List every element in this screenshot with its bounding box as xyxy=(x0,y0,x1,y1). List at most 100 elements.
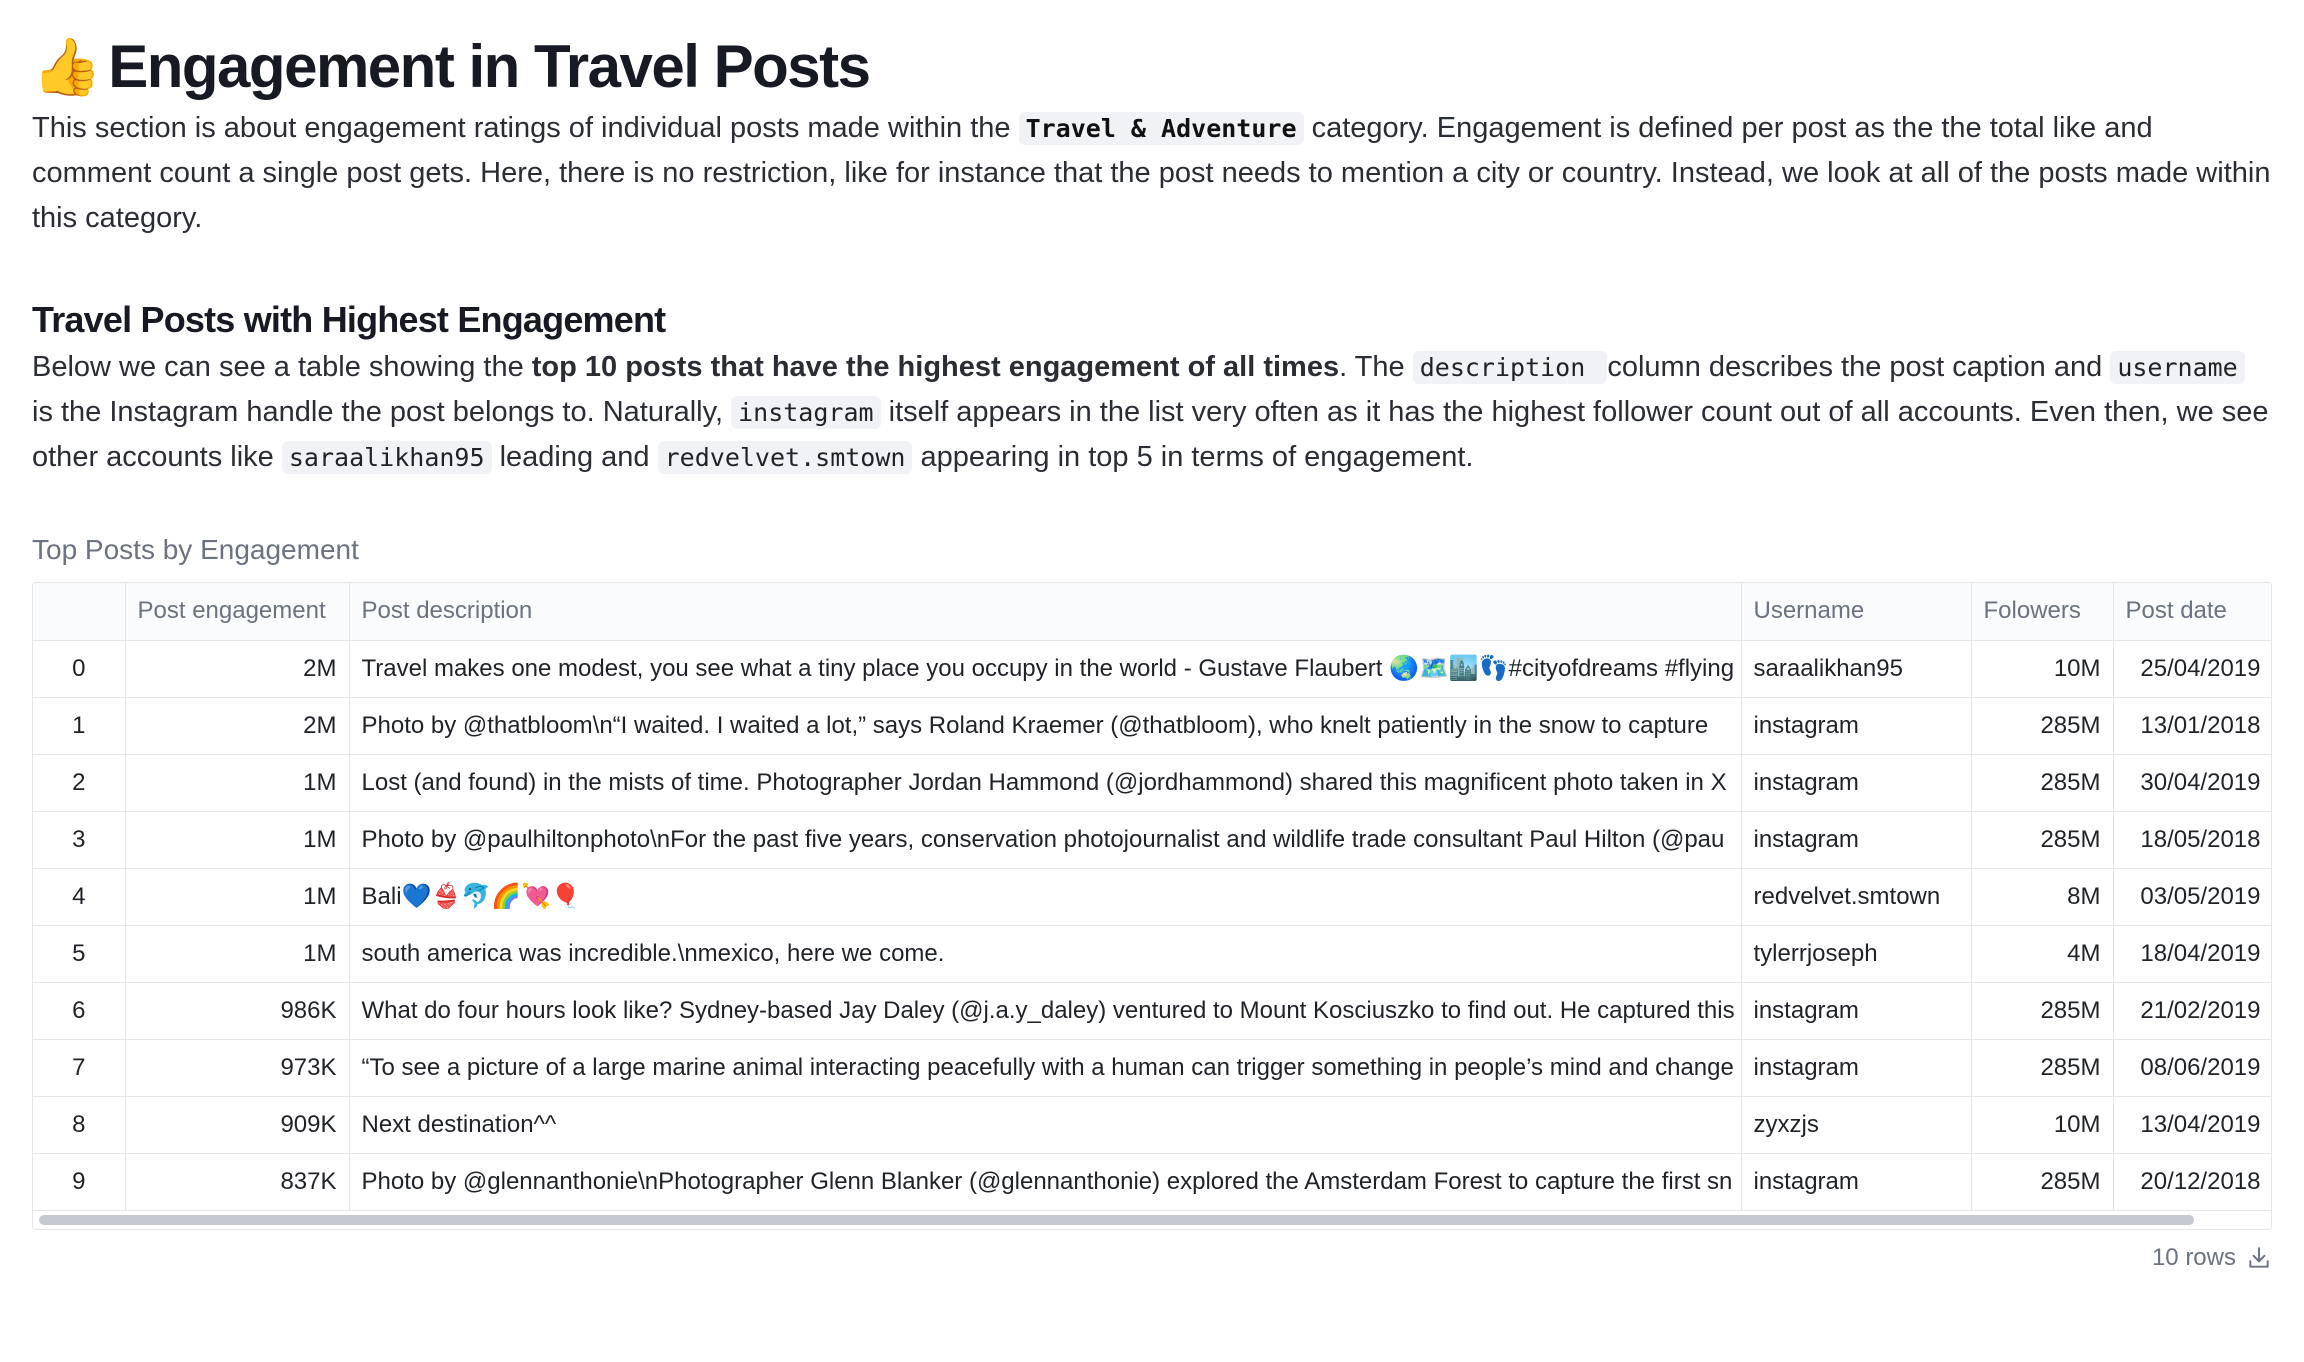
description-cell[interactable]: Lost (and found) in the mists of time. P… xyxy=(349,754,1742,812)
row-index-cell[interactable]: 0 xyxy=(33,640,126,698)
username-cell[interactable]: redvelvet.smtown xyxy=(1741,868,1972,926)
column-header-description[interactable]: Post description xyxy=(349,583,1742,641)
engagement-cell[interactable]: 1M xyxy=(125,754,350,812)
table-row[interactable]: 9 837K Photo by @glennanthonie\nPhotograph… xyxy=(33,1153,2271,1211)
date-cell[interactable]: 25/04/2019 xyxy=(2113,640,2271,698)
description-cell[interactable]: Photo by @thatbloom\n“I waited. I waited… xyxy=(349,697,1742,755)
engagement-cell[interactable]: 973K xyxy=(125,1039,350,1097)
username-cell[interactable]: instagram xyxy=(1741,1153,1972,1211)
followers-cell[interactable]: 4M xyxy=(1971,925,2114,983)
description-cell[interactable]: Photo by @glennanthonie\nPhotographer Gl… xyxy=(349,1153,1742,1211)
table-row[interactable]: 3 1M Photo by @paulhiltonphoto\nFor the pa… xyxy=(33,811,2271,869)
username-cell[interactable]: instagram xyxy=(1741,754,1972,812)
followers-cell[interactable]: 285M xyxy=(1971,811,2114,869)
table-header-row: Post engagement Post description Usernam… xyxy=(33,583,2271,641)
section-text-1: Below we can see a table showing the xyxy=(32,351,532,383)
page-title: 👍 Engagement in Travel Posts xyxy=(32,28,2272,106)
engagement-cell[interactable]: 986K xyxy=(125,982,350,1040)
username-code: username xyxy=(2110,351,2245,384)
column-header-engagement[interactable]: Post engagement xyxy=(125,583,350,641)
followers-cell[interactable]: 10M xyxy=(1971,640,2114,698)
scrollbar-thumb[interactable] xyxy=(39,1214,2194,1225)
row-count: 10 rows xyxy=(2151,1243,2236,1271)
username-cell[interactable]: saraalikhan95 xyxy=(1741,640,1972,698)
date-cell[interactable]: 20/12/2018 xyxy=(2113,1153,2271,1211)
table-caption: Top Posts by Engagement xyxy=(32,534,359,565)
date-cell[interactable]: 03/05/2019 xyxy=(2113,868,2271,926)
section-heading: Travel Posts with Highest Engagement xyxy=(32,299,666,340)
followers-cell[interactable]: 285M xyxy=(1971,697,2114,755)
saraalikhan-code: saraalikhan95 xyxy=(281,441,492,474)
table-row[interactable]: 7 973K “To see a picture of a large marine… xyxy=(33,1039,2271,1097)
engagement-cell[interactable]: 2M xyxy=(125,640,350,698)
data-table[interactable]: Post engagement Post description Usernam… xyxy=(33,583,2271,1211)
followers-cell[interactable]: 10M xyxy=(1971,1096,2114,1154)
description-cell[interactable]: Travel makes one modest, you see what a … xyxy=(349,640,1742,698)
date-cell[interactable]: 18/04/2019 xyxy=(2113,925,2271,983)
date-cell[interactable]: 13/01/2018 xyxy=(2113,697,2271,755)
horizontal-scrollbar[interactable] xyxy=(33,1210,2271,1229)
table-row[interactable]: 2 1M Lost (and found) in the mists of time… xyxy=(33,754,2271,812)
column-header-index[interactable] xyxy=(33,583,126,641)
username-cell[interactable]: tylerrjoseph xyxy=(1741,925,1972,983)
username-cell[interactable]: zyxzjs xyxy=(1741,1096,1972,1154)
username-cell[interactable]: instagram xyxy=(1741,697,1972,755)
row-index-cell[interactable]: 2 xyxy=(33,754,126,812)
date-cell[interactable]: 21/02/2019 xyxy=(2113,982,2271,1040)
description-cell[interactable]: “To see a picture of a large marine anim… xyxy=(349,1039,1742,1097)
row-index-cell[interactable]: 8 xyxy=(33,1096,126,1154)
username-cell[interactable]: instagram xyxy=(1741,811,1972,869)
page-title-text: Engagement in Travel Posts xyxy=(108,33,871,100)
instagram-code: instagram xyxy=(731,396,881,429)
followers-cell[interactable]: 285M xyxy=(1971,1153,2114,1211)
intro-paragraph: This section is about engagement ratings… xyxy=(32,106,2272,241)
section-text-3: column describes the post caption and xyxy=(1607,351,2111,383)
followers-cell[interactable]: 285M xyxy=(1971,982,2114,1040)
description-cell[interactable]: What do four hours look like? Sydney-bas… xyxy=(349,982,1742,1040)
description-code: description xyxy=(1412,351,1608,384)
date-cell[interactable]: 08/06/2019 xyxy=(2113,1039,2271,1097)
engagement-cell[interactable]: 1M xyxy=(125,811,350,869)
row-index-cell[interactable]: 7 xyxy=(33,1039,126,1097)
category-code: Travel & Adventure xyxy=(1018,112,1304,145)
username-cell[interactable]: instagram xyxy=(1741,1039,1972,1097)
table-row[interactable]: 4 1M Bali💙👙🐬🌈💘🎈 redvelvet.smtown 8M 03/05/201… xyxy=(33,868,2271,926)
column-header-username[interactable]: Username xyxy=(1741,583,1972,641)
followers-cell[interactable]: 8M xyxy=(1971,868,2114,926)
engagement-cell[interactable]: 2M xyxy=(125,697,350,755)
engagement-cell[interactable]: 1M xyxy=(125,925,350,983)
data-table-container[interactable]: Post engagement Post description Usernam… xyxy=(32,582,2272,1230)
description-cell[interactable]: Photo by @paulhiltonphoto\nFor the past … xyxy=(349,811,1742,869)
row-index-cell[interactable]: 5 xyxy=(33,925,126,983)
followers-cell[interactable]: 285M xyxy=(1971,1039,2114,1097)
download-icon[interactable] xyxy=(2246,1245,2272,1271)
engagement-cell[interactable]: 909K xyxy=(125,1096,350,1154)
table-footer: 10 rows xyxy=(32,1244,2272,1272)
thumbs-up-icon: 👍 xyxy=(32,35,102,98)
date-cell[interactable]: 18/05/2018 xyxy=(2113,811,2271,869)
description-cell[interactable]: south america was incredible.\nmexico, h… xyxy=(349,925,1742,983)
row-index-cell[interactable]: 4 xyxy=(33,868,126,926)
table-row[interactable]: 0 2M Travel makes one modest, you see what… xyxy=(33,640,2271,698)
row-index-cell[interactable]: 9 xyxy=(33,1153,126,1211)
date-cell[interactable]: 30/04/2019 xyxy=(2113,754,2271,812)
date-cell[interactable]: 13/04/2019 xyxy=(2113,1096,2271,1154)
row-index-cell[interactable]: 6 xyxy=(33,982,126,1040)
table-row[interactable]: 6 986K What do four hours look like? Sydne… xyxy=(33,982,2271,1040)
description-cell[interactable]: Bali💙👙🐬🌈💘🎈 xyxy=(349,868,1742,926)
table-row[interactable]: 5 1M south america was incredible.\nmexico… xyxy=(33,925,2271,983)
table-row[interactable]: 8 909K Next destination^^ zyxzjs 10M 13/04/20… xyxy=(33,1096,2271,1154)
column-header-followers[interactable]: Folowers xyxy=(1971,583,2114,641)
page: 👍 Engagement in Travel Posts This sectio… xyxy=(0,0,2304,1362)
description-cell[interactable]: Next destination^^ xyxy=(349,1096,1742,1154)
username-cell[interactable]: instagram xyxy=(1741,982,1972,1040)
engagement-cell[interactable]: 1M xyxy=(125,868,350,926)
engagement-cell[interactable]: 837K xyxy=(125,1153,350,1211)
followers-cell[interactable]: 285M xyxy=(1971,754,2114,812)
redvelvet-code: redvelvet.smtown xyxy=(657,441,913,474)
row-index-cell[interactable]: 3 xyxy=(33,811,126,869)
row-index-cell[interactable]: 1 xyxy=(33,697,126,755)
column-header-date[interactable]: Post date xyxy=(2113,583,2271,641)
table-row[interactable]: 1 2M Photo by @thatbloom\n“I waited. I wai… xyxy=(33,697,2271,755)
section-paragraph: Below we can see a table showing the top… xyxy=(32,345,2272,480)
